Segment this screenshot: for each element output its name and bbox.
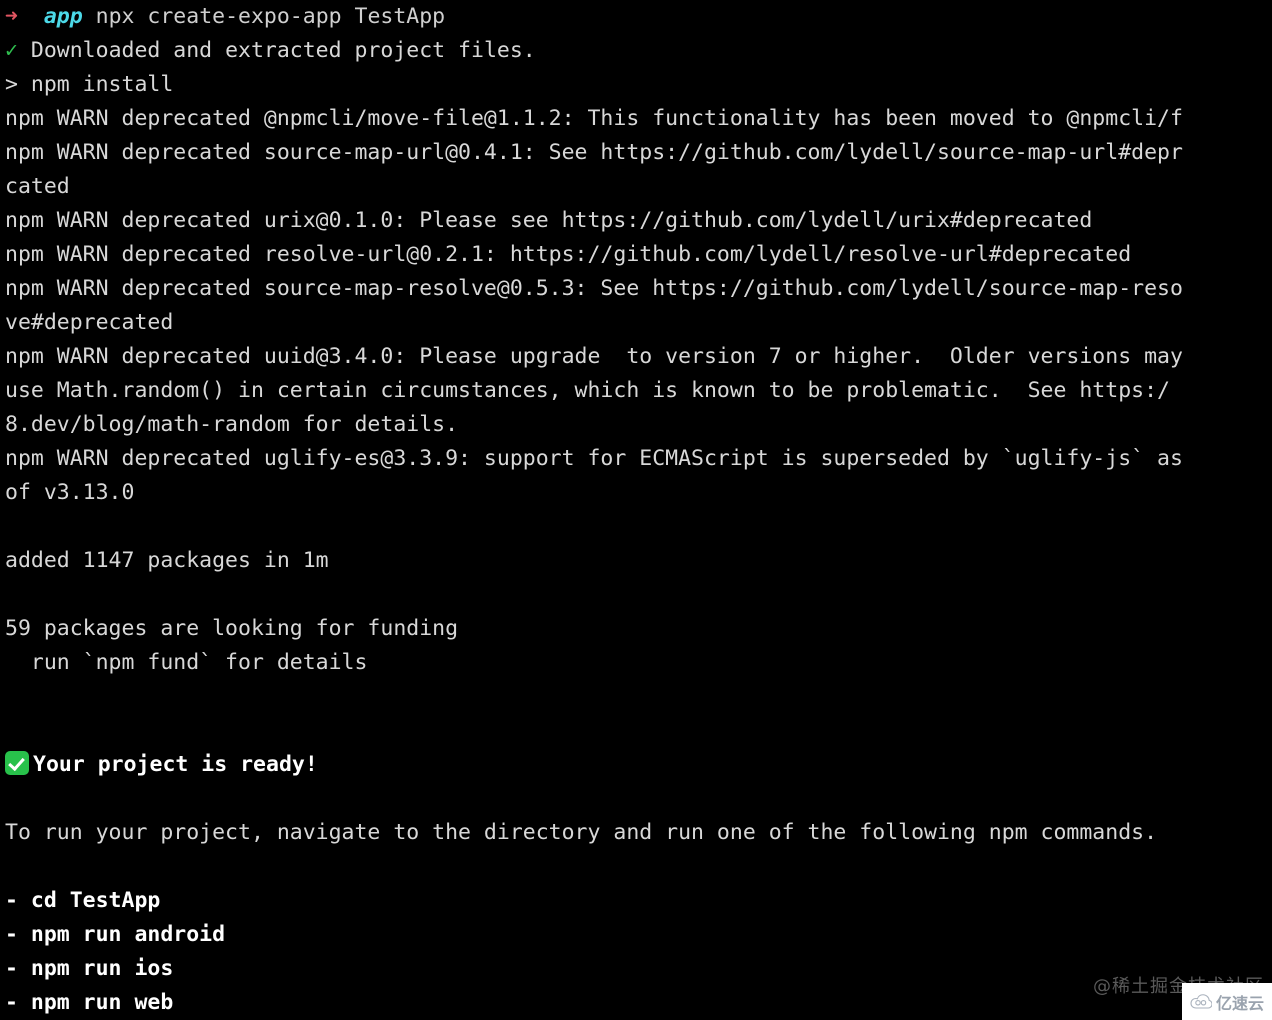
- warn-line-resolve-url: npm WARN deprecated resolve-url@0.2.1: h…: [5, 242, 1132, 267]
- warn-line-uglify: npm WARN deprecated uglify-es@3.3.9: sup…: [5, 446, 1183, 471]
- warn-line-source-map-url: npm WARN deprecated source-map-url@0.4.1…: [5, 140, 1183, 165]
- warn-line-urix: npm WARN deprecated urix@0.1.0: Please s…: [5, 208, 1093, 233]
- prompt-line: ➜ app npx create-expo-app TestApp: [0, 0, 1272, 34]
- downloaded-text: Downloaded and extracted project files.: [30, 38, 536, 63]
- warn-line-uuid-wrap2: 8.dev/blog/math-random for details.: [5, 412, 459, 437]
- prompt-gap: [18, 4, 44, 29]
- warn-line-uuid: npm WARN deprecated uuid@3.4.0: Please u…: [5, 344, 1183, 369]
- warn-line-source-map-url-wrap: cated: [5, 174, 70, 199]
- status-line-downloaded: ✓ Downloaded and extracted project files…: [0, 34, 1272, 68]
- watermark-yisu-text: 亿速云: [1215, 993, 1264, 1013]
- project-ready-line: Your project is ready!: [0, 748, 1272, 782]
- instruction-line-to-run: To run your project, navigate to the dir…: [5, 820, 1158, 845]
- prompt-command: npx create-expo-app TestApp: [95, 4, 446, 29]
- watermark-yisu: 亿速云: [1182, 983, 1272, 1020]
- command-item-web: - npm run web: [5, 990, 174, 1015]
- prompt-directory: app: [43, 4, 83, 29]
- white-check-mark-icon: [5, 751, 29, 775]
- prompt-arrow-icon: ➜: [5, 4, 18, 29]
- output-line-npm-install: > npm install: [5, 72, 174, 97]
- summary-line-funding: 59 packages are looking for funding: [5, 616, 459, 641]
- check-icon: ✓: [5, 38, 18, 63]
- command-item-ios: - npm run ios: [5, 956, 174, 981]
- warn-line-move-file: npm WARN deprecated @npmcli/move-file@1.…: [5, 106, 1183, 131]
- command-item-cd: - cd TestApp: [5, 888, 161, 913]
- warn-line-source-map-resolve: npm WARN deprecated source-map-resolve@0…: [5, 276, 1183, 301]
- warn-line-uuid-wrap1: use Math.random() in certain circumstanc…: [5, 378, 1170, 403]
- terminal-window[interactable]: ➜ app npx create-expo-app TestApp ✓ Down…: [0, 0, 1272, 1020]
- warn-line-source-map-resolve-wrap: ve#deprecated: [5, 310, 174, 335]
- cloud-icon: [1190, 993, 1212, 1009]
- warn-line-uglify-wrap: of v3.13.0: [5, 480, 135, 505]
- summary-line-funding-run: run `npm fund` for details: [5, 650, 368, 675]
- command-item-android: - npm run android: [5, 922, 226, 947]
- project-ready-text: Your project is ready!: [33, 752, 318, 777]
- summary-line-added: added 1147 packages in 1m: [5, 548, 329, 573]
